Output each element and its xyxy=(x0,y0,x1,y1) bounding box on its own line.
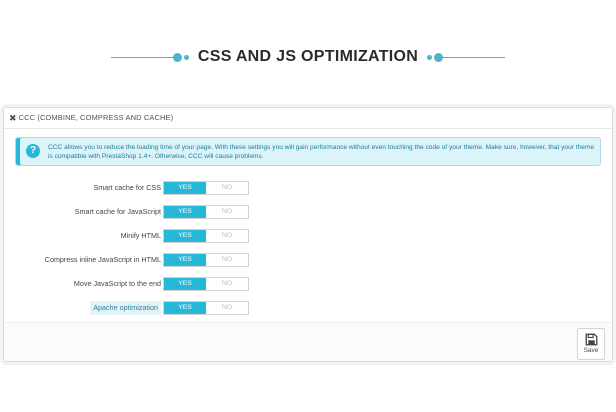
setting-label: Move JavaScript to the end xyxy=(73,279,161,288)
save-label: Save xyxy=(583,347,599,354)
info-alert: ? CCC allows you to reduce the loading t… xyxy=(15,137,601,166)
smart-cache-js-switch[interactable]: YES NO xyxy=(163,205,249,219)
no-option[interactable]: NO xyxy=(206,302,248,314)
setting-row-move-js-end: Move JavaScript to the end YES NO xyxy=(4,277,612,291)
minify-html-switch[interactable]: YES NO xyxy=(163,229,249,243)
yes-option[interactable]: YES xyxy=(164,230,206,242)
yes-option[interactable]: YES xyxy=(164,182,206,194)
setting-row-minify-html: Minify HTML YES NO xyxy=(4,229,612,243)
yes-option[interactable]: YES xyxy=(164,254,206,266)
save-button[interactable]: Save xyxy=(577,328,605,360)
setting-row-compress-inline-js: Compress inline JavaScript in HTML YES N… xyxy=(4,253,612,267)
panel-heading-text: CCC (COMBINE, COMPRESS AND CACHE) xyxy=(18,113,174,122)
compress-inline-js-switch[interactable]: YES NO xyxy=(163,253,249,267)
no-option[interactable]: NO xyxy=(206,230,248,242)
no-option[interactable]: NO xyxy=(206,182,248,194)
floppy-disk-icon xyxy=(585,333,597,346)
yes-option[interactable]: YES xyxy=(164,302,206,314)
setting-row-smart-cache-js: Smart cache for JavaScript YES NO xyxy=(4,205,612,219)
apache-optimization-switch[interactable]: YES NO xyxy=(163,301,249,315)
move-js-end-switch[interactable]: YES NO xyxy=(163,277,249,291)
no-option[interactable]: NO xyxy=(206,206,248,218)
info-alert-text: CCC allows you to reduce the loading tim… xyxy=(48,144,595,160)
question-icon: ? xyxy=(26,144,40,158)
no-option[interactable]: NO xyxy=(206,278,248,290)
panel-heading: ✖ CCC (COMBINE, COMPRESS AND CACHE) xyxy=(4,108,612,129)
smart-cache-css-switch[interactable]: YES NO xyxy=(163,181,249,195)
setting-row-smart-cache-css: Smart cache for CSS YES NO xyxy=(4,181,612,195)
banner-line-right xyxy=(443,57,505,58)
setting-row-apache-optimization: Apache optimization YES NO xyxy=(4,301,612,315)
banner-dot xyxy=(434,53,443,62)
setting-label: Apache optimization xyxy=(90,301,161,315)
setting-label: Compress inline JavaScript in HTML xyxy=(44,255,161,264)
ccc-panel: ✖ CCC (COMBINE, COMPRESS AND CACHE) ? CCC… xyxy=(3,107,613,362)
no-option[interactable]: NO xyxy=(206,254,248,266)
setting-label: Smart cache for JavaScript xyxy=(74,207,161,216)
banner-dot xyxy=(427,55,432,60)
yes-option[interactable]: YES xyxy=(164,206,206,218)
setting-label: Minify HTML xyxy=(120,231,161,240)
yes-option[interactable]: YES xyxy=(164,278,206,290)
section-banner: CSS AND JS OPTIMIZATION xyxy=(0,0,616,100)
arrows-collapse-icon: ✖ xyxy=(9,113,17,123)
panel-footer: Save xyxy=(4,322,612,361)
setting-label: Smart cache for CSS xyxy=(93,183,161,192)
banner-title: CSS AND JS OPTIMIZATION xyxy=(197,48,419,65)
